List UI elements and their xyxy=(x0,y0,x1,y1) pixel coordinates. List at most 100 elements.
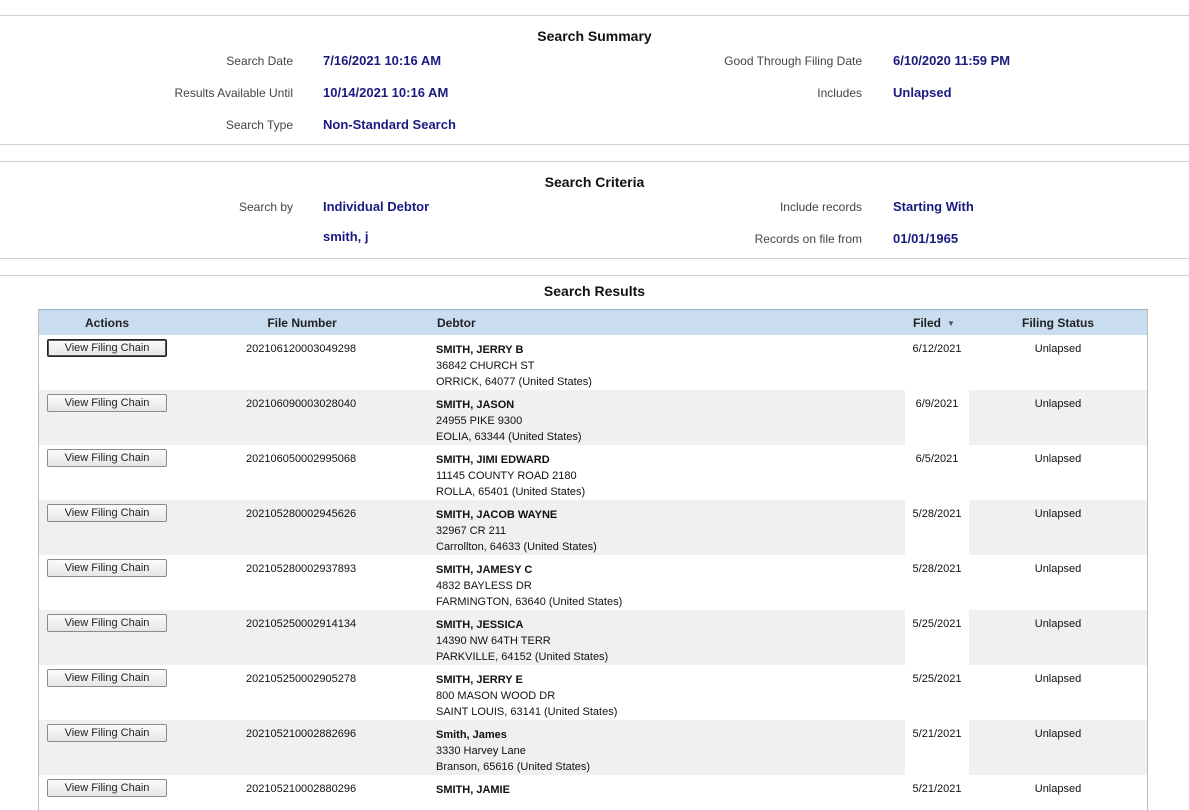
file-number: 202105210002880296 xyxy=(246,783,357,795)
filed-date: 6/12/2021 xyxy=(912,343,962,355)
filed-date: 5/25/2021 xyxy=(912,618,962,630)
include-records-value: Starting With xyxy=(893,199,974,214)
column-actions: Actions xyxy=(84,316,129,330)
search-criteria-title: Search Criteria xyxy=(544,174,645,190)
debtor-info: SMITH, JAMIE xyxy=(436,782,510,798)
debtor-name: SMITH, JESSICA xyxy=(436,619,524,631)
column-filing-status[interactable]: Filing Status xyxy=(969,316,1147,330)
table-row: View Filing Chain 202105250002914134 SMI… xyxy=(39,610,1147,665)
table-row: View Filing Chain 202106120003049298 SMI… xyxy=(39,335,1147,390)
filed-date: 6/5/2021 xyxy=(915,453,959,465)
debtor-name: Smith, James xyxy=(436,729,507,741)
debtor-name: SMITH, JERRY E xyxy=(436,674,523,686)
view-filing-chain-button[interactable]: View Filing Chain xyxy=(47,394,167,412)
good-through-label: Good Through Filing Date xyxy=(724,54,862,68)
file-number: 202105250002914134 xyxy=(246,618,357,630)
table-row: View Filing Chain 202106090003028040 SMI… xyxy=(39,390,1147,445)
table-row: View Filing Chain 202105210002880296 SMI… xyxy=(39,775,1147,810)
search-date-value: 7/16/2021 10:16 AM xyxy=(323,53,442,68)
file-number: 202106090003028040 xyxy=(246,398,357,410)
file-number: 202105210002882696 xyxy=(246,728,357,740)
filing-status: Unlapsed xyxy=(1034,398,1082,410)
view-filing-chain-button[interactable]: View Filing Chain xyxy=(47,449,167,467)
debtor-info: SMITH, JAMESY C 4832 BAYLESS DR FARMINGT… xyxy=(436,562,622,610)
column-filed[interactable]: Filed ▼ xyxy=(913,316,955,330)
debtor-info: SMITH, JACOB WAYNE 32967 CR 211 Carrollt… xyxy=(436,507,597,555)
file-number: 202105280002945626 xyxy=(246,508,357,520)
debtor-city: ORRICK, 64077 (United States) xyxy=(436,376,592,388)
top-divider xyxy=(0,15,1189,16)
debtor-name: SMITH, JACOB WAYNE xyxy=(436,509,558,521)
records-from-label: Records on file from xyxy=(754,232,862,246)
table-row: View Filing Chain 202105280002945626 SMI… xyxy=(39,500,1147,555)
includes-label: Includes xyxy=(817,86,862,100)
column-file-number[interactable]: File Number xyxy=(252,316,352,330)
include-records-label: Include records xyxy=(779,200,862,214)
filed-date-cell: 5/25/2021 xyxy=(905,665,969,720)
debtor-city: FARMINGTON, 63640 (United States) xyxy=(436,596,623,608)
table-row: View Filing Chain 202106050002995068 SMI… xyxy=(39,445,1147,500)
view-filing-chain-button[interactable]: View Filing Chain xyxy=(47,669,167,687)
debtor-name: SMITH, JASON xyxy=(436,399,515,411)
filing-status: Unlapsed xyxy=(1034,673,1082,685)
debtor-name: SMITH, JIMI EDWARD xyxy=(436,454,550,466)
summary-bottom-divider xyxy=(0,144,1189,145)
table-row: View Filing Chain 202105210002882696 Smi… xyxy=(39,720,1147,775)
file-number: 202105250002905278 xyxy=(246,673,357,685)
search-by-label: Search by xyxy=(238,200,293,214)
filing-status: Unlapsed xyxy=(1034,508,1082,520)
column-filed-label: Filed xyxy=(913,316,942,330)
filed-date-cell: 5/21/2021 xyxy=(905,720,969,775)
debtor-city: Carrollton, 64633 (United States) xyxy=(436,541,597,553)
file-number: 202106120003049298 xyxy=(246,343,357,355)
debtor-address: 24955 PIKE 9300 xyxy=(436,415,523,427)
criteria-top-divider xyxy=(0,161,1189,162)
records-from-value: 01/01/1965 xyxy=(893,231,959,246)
filed-date-cell: 5/25/2021 xyxy=(905,610,969,665)
criteria-bottom-divider xyxy=(0,258,1189,259)
debtor-info: SMITH, JERRY B 36842 CHURCH ST ORRICK, 6… xyxy=(436,342,592,390)
debtor-address: 36842 CHURCH ST xyxy=(436,360,535,372)
view-filing-chain-button[interactable]: View Filing Chain xyxy=(47,339,167,357)
table-row: View Filing Chain 202105280002937893 SMI… xyxy=(39,555,1147,610)
sort-descending-icon: ▼ xyxy=(947,319,955,329)
filed-date: 5/28/2021 xyxy=(912,508,962,520)
includes-value: Unlapsed xyxy=(893,85,952,100)
filed-date: 5/21/2021 xyxy=(912,728,962,740)
debtor-info: SMITH, JESSICA 14390 NW 64TH TERR PARKVI… xyxy=(436,617,608,665)
good-through-value: 6/10/2020 11:59 PM xyxy=(893,53,1011,68)
debtor-info: SMITH, JERRY E 800 MASON WOOD DR SAINT L… xyxy=(436,672,617,720)
search-by-value: Individual Debtor xyxy=(323,199,430,214)
filing-status: Unlapsed xyxy=(1034,618,1082,630)
filed-date: 6/9/2021 xyxy=(915,398,959,410)
results-until-label: Results Available Until xyxy=(174,86,293,100)
view-filing-chain-button[interactable]: View Filing Chain xyxy=(47,614,167,632)
view-filing-chain-button[interactable]: View Filing Chain xyxy=(47,724,167,742)
view-filing-chain-button[interactable]: View Filing Chain xyxy=(47,779,167,797)
search-results-title: Search Results xyxy=(543,283,646,299)
debtor-info: SMITH, JASON 24955 PIKE 9300 EOLIA, 6334… xyxy=(436,397,582,445)
debtor-address: 11145 COUNTY ROAD 2180 xyxy=(436,470,577,482)
debtor-address: 3330 Harvey Lane xyxy=(436,745,526,757)
search-date-label: Search Date xyxy=(226,54,293,68)
view-filing-chain-button[interactable]: View Filing Chain xyxy=(47,504,167,522)
file-number: 202106050002995068 xyxy=(246,453,357,465)
filing-status: Unlapsed xyxy=(1034,783,1082,795)
table-row: View Filing Chain 202105250002905278 SMI… xyxy=(39,665,1147,720)
debtor-city: PARKVILLE, 64152 (United States) xyxy=(436,651,609,663)
results-until-value: 10/14/2021 10:16 AM xyxy=(323,85,449,100)
filed-date: 5/25/2021 xyxy=(912,673,962,685)
filed-date-cell: 6/9/2021 xyxy=(905,390,969,445)
results-table-header: Actions File Number Debtor Filed ▼ Filing… xyxy=(39,310,1147,335)
column-debtor[interactable]: Debtor xyxy=(437,316,476,330)
debtor-city: SAINT LOUIS, 63141 (United States) xyxy=(436,706,618,718)
search-summary-title: Search Summary xyxy=(537,28,652,44)
filing-status: Unlapsed xyxy=(1034,453,1082,465)
debtor-info: Smith, James 3330 Harvey Lane Branson, 6… xyxy=(436,727,590,775)
view-filing-chain-button[interactable]: View Filing Chain xyxy=(47,559,167,577)
search-type-value: Non-Standard Search xyxy=(323,117,456,132)
file-number: 202105280002937893 xyxy=(246,563,357,575)
debtor-address: 14390 NW 64TH TERR xyxy=(436,635,551,647)
debtor-address: 800 MASON WOOD DR xyxy=(436,690,556,702)
filing-status: Unlapsed xyxy=(1034,728,1082,740)
